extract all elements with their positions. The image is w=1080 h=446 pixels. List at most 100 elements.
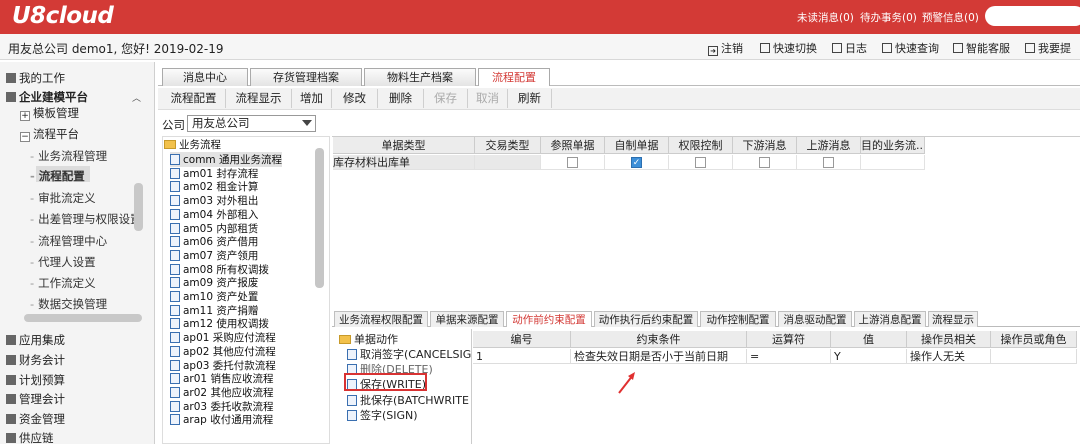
col-operator[interactable]: 运算符 — [747, 331, 831, 348]
flow-platform-item[interactable]: − 流程平台 — [20, 126, 79, 142]
delete-button[interactable]: 删除 — [378, 89, 424, 108]
save-button[interactable]: 保存 — [424, 89, 468, 108]
flow-node-icon — [170, 236, 180, 248]
sidebar-finance[interactable]: 财务会计 — [6, 352, 65, 368]
col-operator-role[interactable]: 操作员或角色 — [991, 331, 1077, 348]
platform-icon — [6, 92, 16, 102]
feedback-link[interactable]: 我要提 — [1025, 40, 1071, 56]
actions-root[interactable]: 单据动作 — [339, 331, 398, 347]
sidebar-budget[interactable]: 计划预算 — [6, 372, 65, 388]
smart-service-link[interactable]: 智能客服 — [953, 40, 1010, 56]
cell-constraint[interactable]: 检查失效日期是否小于当前日期 — [571, 349, 747, 364]
edit-button[interactable]: 修改 — [332, 89, 378, 108]
template-management-item[interactable]: + 模板管理 — [20, 105, 79, 121]
btab-doc-source[interactable]: 单据来源配置 — [430, 311, 504, 327]
cell-number[interactable]: 1 — [473, 349, 571, 364]
col-operator-related[interactable]: 操作员相关 — [907, 331, 991, 348]
sidebar-fund[interactable]: 资金管理 — [6, 411, 65, 427]
flow-node-icon — [170, 263, 180, 275]
action-sign[interactable]: 签字(SIGN) — [347, 407, 418, 423]
btab-business-perm[interactable]: 业务流程权限配置 — [334, 311, 428, 327]
logout-icon: ➜ — [708, 46, 718, 56]
cell-operator[interactable]: = — [747, 349, 831, 364]
col-trade-type[interactable]: 交易类型 — [475, 137, 541, 154]
quick-query-link[interactable]: 快速查询 — [882, 40, 939, 56]
cell-target-flow — [861, 155, 925, 170]
tab-flow-config[interactable]: 流程配置 — [478, 68, 550, 86]
btab-upstream-msg[interactable]: 上游消息配置 — [854, 311, 926, 327]
sidebar-mgmt-accounting[interactable]: 管理会计 — [6, 391, 65, 407]
cell-doc-type[interactable]: 库存材料出库单 — [333, 155, 475, 170]
col-perm[interactable]: 权限控制 — [669, 137, 733, 154]
sidebar-hscrollbar[interactable] — [24, 314, 142, 322]
col-down-msg[interactable]: 下游消息 — [733, 137, 797, 154]
cell-value[interactable]: Y — [831, 349, 907, 364]
tree-scrollbar[interactable] — [315, 148, 324, 288]
col-doc-type[interactable]: 单据类型 — [333, 137, 475, 154]
col-ref-doc[interactable]: 参照单据 — [541, 137, 605, 154]
briefcase-icon — [6, 73, 16, 83]
sidebar-item-business-flow[interactable]: 业务流程管理 — [30, 148, 107, 164]
action-cancel-sign[interactable]: 取消签字(CANCELSIG — [347, 346, 471, 362]
log-link[interactable]: 日志 — [832, 40, 867, 56]
btab-pre-constraint[interactable]: 动作前约束配置 — [506, 311, 592, 327]
sidebar-item-agent[interactable]: 代理人设置 — [30, 254, 96, 270]
my-work-item[interactable]: 我的工作 — [6, 70, 65, 86]
tab-material-archive[interactable]: 物料生产档案 — [364, 68, 476, 86]
sidebar-scrollbar[interactable] — [134, 183, 143, 231]
alerts-link[interactable]: 预警信息(0) — [922, 10, 979, 25]
modeling-platform-item[interactable]: 企业建模平台 — [6, 89, 88, 105]
tab-inventory-archive[interactable]: 存货管理档案 — [250, 68, 362, 86]
perm-checkbox[interactable] — [695, 157, 706, 168]
col-value[interactable]: 值 — [831, 331, 907, 348]
action-batch-write[interactable]: 批保存(BATCHWRITE — [347, 392, 469, 408]
sidebar-item-approval[interactable]: 审批流定义 — [30, 190, 96, 206]
up-msg-checkbox[interactable] — [823, 157, 834, 168]
add-button[interactable]: 增加 — [292, 89, 332, 108]
expand-plus-icon[interactable]: + — [20, 111, 30, 121]
col-self-doc[interactable]: 自制单据 — [605, 137, 669, 154]
edit-icon — [1025, 43, 1035, 53]
btab-msg-driven[interactable]: 消息驱动配置 — [778, 311, 852, 327]
collapse-chevron-icon[interactable]: ︿ — [132, 91, 141, 104]
flow-node-icon — [170, 345, 180, 357]
col-constraint[interactable]: 约束条件 — [571, 331, 747, 348]
sidebar-item-workflow[interactable]: 工作流定义 — [30, 275, 96, 291]
cell-operator-related[interactable]: 操作人无关 — [907, 349, 991, 364]
flow-node-icon — [170, 359, 180, 371]
tab-message-center[interactable]: 消息中心 — [162, 68, 248, 86]
sidebar-item-data-exchange[interactable]: 数据交换管理 — [30, 296, 107, 312]
col-number[interactable]: 编号 — [473, 331, 571, 348]
btab-flow-display[interactable]: 流程显示 — [928, 311, 978, 327]
flow-config-button[interactable]: 流程配置 — [162, 89, 226, 108]
logout-link[interactable]: ➜ 注销 — [708, 40, 743, 56]
sidebar-item-flow-center[interactable]: 流程管理中心 — [30, 233, 107, 249]
down-msg-checkbox[interactable] — [759, 157, 770, 168]
ref-doc-checkbox[interactable] — [567, 157, 578, 168]
tree-item-label: am09 资产报废 — [183, 277, 259, 290]
sidebar-app-integration[interactable]: 应用集成 — [6, 332, 65, 348]
tree-root[interactable]: 业务流程 — [164, 137, 221, 152]
sidebar-item-flow-config[interactable]: 流程配置 — [30, 168, 85, 184]
sidebar-item-travel[interactable]: 出差管理与权限设置 — [30, 211, 142, 227]
cancel-button[interactable]: 取消 — [468, 89, 508, 108]
cell-trade-type[interactable] — [475, 155, 541, 170]
self-doc-checkbox[interactable]: ✓ — [631, 157, 642, 168]
tree-item-label: am01 封存流程 — [183, 167, 259, 180]
col-target-flow[interactable]: 目的业务流... — [861, 137, 925, 154]
tree-item[interactable]: arap 收付通用流程 — [170, 412, 273, 427]
cell-operator-role[interactable] — [991, 349, 1077, 364]
todo-link[interactable]: 待办事务(0) — [860, 10, 917, 25]
btab-action-control[interactable]: 动作控制配置 — [700, 311, 776, 327]
flow-node-icon — [170, 154, 180, 165]
col-up-msg[interactable]: 上游消息 — [797, 137, 861, 154]
company-select[interactable]: 用友总公司 — [187, 115, 316, 132]
quick-switch-link[interactable]: 快速切换 — [760, 40, 817, 56]
refresh-button[interactable]: 刷新 — [508, 89, 552, 108]
collapse-minus-icon[interactable]: − — [20, 132, 30, 142]
btab-post-constraint[interactable]: 动作执行后约束配置 — [594, 311, 698, 327]
unread-messages-link[interactable]: 未读消息(0) — [797, 10, 854, 25]
search-input[interactable] — [985, 6, 1080, 26]
flow-display-button[interactable]: 流程显示 — [226, 89, 292, 108]
flow-node-icon — [170, 167, 180, 179]
